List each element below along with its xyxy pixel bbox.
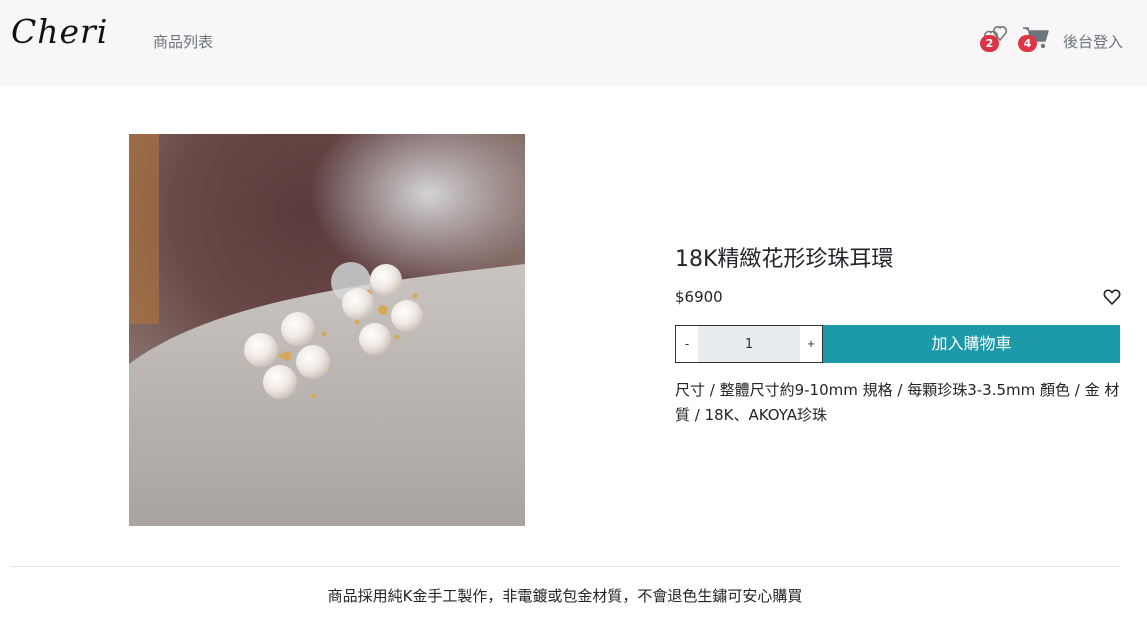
product-price: $6900 [675,288,723,306]
favorites-count-badge: 2 [980,35,999,52]
footer-note: 商品採用純K金手工製作，非電鍍或包金材質，不會退色生鏽可安心購買 [327,587,803,605]
favorites-button[interactable]: 2 [980,26,1012,52]
product-description: 尺寸 / 整體尺寸約9-10mm 規格 / 每顆珍珠3-3.5mm 顏色 / 金… [675,381,1120,424]
admin-login-link[interactable]: 後台登入 [1063,31,1123,52]
navbar: Cheri 商品列表 2 4 後台登入 [0,0,1147,86]
quantity-stepper: - + [675,325,823,363]
divider [10,566,1120,567]
cart-count-badge: 4 [1018,35,1037,52]
add-to-favorites-button[interactable] [1103,288,1121,306]
product-image [129,134,525,526]
quantity-decrease-button[interactable]: - [676,326,698,362]
heart-outline-icon [1103,289,1121,305]
quantity-input[interactable] [698,326,800,362]
cart-button[interactable]: 4 [1018,26,1050,52]
add-to-cart-button[interactable]: 加入購物車 [823,325,1120,363]
quantity-increase-button[interactable]: + [800,326,822,362]
product-title: 18K精緻花形珍珠耳環 [675,247,894,272]
brand-logo[interactable]: Cheri [11,12,108,51]
nav-link-product-list[interactable]: 商品列表 [153,31,213,52]
